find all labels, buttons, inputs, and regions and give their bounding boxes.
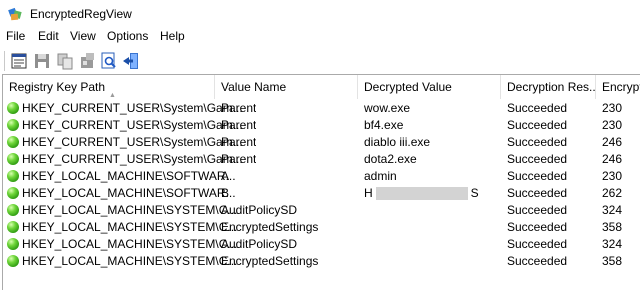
registry-key-path-cell: HKEY_LOCAL_MACHINE\SYSTEM\C... — [22, 254, 238, 268]
column-header-decryption-result[interactable]: Decryption Res... — [501, 75, 596, 99]
menu-bar: File Edit View Options Help — [0, 27, 640, 46]
table-row[interactable]: HKEY_LOCAL_MACHINE\SOFTWAR... B H S Succeede… — [3, 185, 640, 202]
value-name-cell: Parent — [221, 135, 257, 149]
registry-key-path-cell: HKEY_CURRENT_USER\System\Gam... — [22, 135, 243, 149]
status-ok-icon — [7, 136, 19, 148]
encrypted-size-cell: 230 — [602, 169, 623, 183]
registry-key-path-cell: HKEY_CURRENT_USER\System\Gam... — [22, 118, 243, 132]
value-name-cell: Parent — [221, 118, 257, 132]
menu-options[interactable]: Options — [107, 29, 148, 43]
decryption-result-cell: Succeeded — [507, 118, 568, 132]
registry-key-path-cell: HKEY_CURRENT_USER\System\Gam... — [22, 152, 243, 166]
encrypted-size-cell: 324 — [602, 237, 623, 251]
decrypted-value-cell: dota2.exe — [364, 152, 417, 166]
list-header: Registry Key Path ▲ Value Name Decrypted… — [3, 75, 640, 99]
registry-key-path-cell: HKEY_LOCAL_MACHINE\SYSTEM\C... — [22, 237, 238, 251]
decrypted-value-suffix: S — [470, 186, 479, 200]
value-name-cell: AuditPolicySD — [221, 237, 298, 251]
encrypted-size-cell: 230 — [602, 118, 623, 132]
title-bar: EncryptedRegView — [0, 0, 640, 27]
encrypted-size-cell: 230 — [602, 101, 623, 115]
column-header-encrypted-size[interactable]: Encrypt — [596, 75, 640, 99]
decryption-result-cell: Succeeded — [507, 101, 568, 115]
registry-key-path-cell: HKEY_CURRENT_USER\System\Gam... — [22, 101, 243, 115]
save-icon[interactable] — [32, 51, 52, 71]
html-report-icon[interactable] — [77, 51, 97, 71]
encrypted-size-cell: 246 — [602, 152, 623, 166]
toolbar — [0, 47, 640, 74]
registry-key-path-cell: HKEY_LOCAL_MACHINE\SYSTEM\C... — [22, 203, 238, 217]
decryption-result-cell: Succeeded — [507, 169, 568, 183]
value-name-cell: A — [221, 169, 230, 183]
decryption-result-cell: Succeeded — [507, 152, 568, 166]
encrypted-size-cell: 262 — [602, 186, 623, 200]
find-icon[interactable] — [99, 51, 119, 71]
decryption-result-cell: Succeeded — [507, 220, 568, 234]
value-name-cell: EncryptedSettings — [221, 220, 319, 234]
status-ok-icon — [7, 153, 19, 165]
menu-view[interactable]: View — [70, 29, 96, 43]
status-ok-icon — [7, 238, 19, 250]
decrypted-value-prefix: H — [364, 186, 373, 200]
status-ok-icon — [7, 102, 19, 114]
registry-key-path-cell: HKEY_LOCAL_MACHINE\SOFTWAR... — [22, 186, 236, 200]
status-ok-icon — [7, 187, 19, 199]
table-row[interactable]: HKEY_LOCAL_MACHINE\SYSTEM\C... EncryptedS… — [3, 219, 640, 236]
decryption-result-cell: Succeeded — [507, 254, 568, 268]
encrypted-size-cell: 246 — [602, 135, 623, 149]
table-row[interactable]: HKEY_CURRENT_USER\System\Gam... Parent dia… — [3, 134, 640, 151]
exit-icon[interactable] — [121, 51, 141, 71]
value-name-cell: Parent — [221, 101, 257, 115]
menu-file[interactable]: File — [6, 29, 25, 43]
app-icon — [8, 7, 22, 21]
table-row[interactable]: HKEY_CURRENT_USER\System\Gam... Parent bf4… — [3, 117, 640, 134]
registry-list[interactable]: Registry Key Path ▲ Value Name Decrypted… — [2, 74, 640, 290]
sort-arrow-icon: ▲ — [109, 92, 116, 99]
decryption-result-cell: Succeeded — [507, 203, 568, 217]
decrypted-value-cell: wow.exe — [364, 101, 411, 115]
column-header-registry-key-path[interactable]: Registry Key Path ▲ — [3, 75, 215, 99]
copy-icon[interactable] — [55, 51, 75, 71]
encrypted-size-cell: 358 — [602, 220, 623, 234]
status-ok-icon — [7, 170, 19, 182]
column-header-decrypted-value[interactable]: Decrypted Value — [358, 75, 501, 99]
decryption-result-cell: Succeeded — [507, 237, 568, 251]
redaction-block — [375, 187, 468, 201]
table-row[interactable]: HKEY_LOCAL_MACHINE\SOFTWAR... Aadmin Succe… — [3, 168, 640, 185]
window-title: EncryptedRegView — [30, 7, 132, 21]
table-row[interactable]: HKEY_LOCAL_MACHINE\SYSTEM\C... EncryptedS… — [3, 253, 640, 270]
table-row[interactable]: HKEY_CURRENT_USER\System\Gam... Parent dot… — [3, 151, 640, 168]
decryption-result-cell: Succeeded — [507, 186, 568, 200]
properties-icon[interactable] — [9, 51, 29, 71]
decrypted-value-cell: admin — [364, 169, 397, 183]
value-name-cell: AuditPolicySD — [221, 203, 298, 217]
menu-edit[interactable]: Edit — [38, 29, 59, 43]
value-name-cell: EncryptedSettings — [221, 254, 319, 268]
table-row[interactable]: HKEY_LOCAL_MACHINE\SYSTEM\C... AuditPolic… — [3, 202, 640, 219]
status-ok-icon — [7, 221, 19, 233]
decrypted-value-cell: diablo iii.exe — [364, 135, 431, 149]
table-row[interactable]: HKEY_LOCAL_MACHINE\SYSTEM\C... AuditPolic… — [3, 236, 640, 253]
status-ok-icon — [7, 204, 19, 216]
encrypted-size-cell: 324 — [602, 203, 623, 217]
decrypted-value-cell: HS — [364, 185, 479, 202]
decrypted-value-cell: bf4.exe — [364, 118, 404, 132]
toolbar-separator — [4, 51, 5, 71]
encrypted-size-cell: 358 — [602, 254, 623, 268]
registry-key-path-cell: HKEY_LOCAL_MACHINE\SOFTWAR... — [22, 169, 236, 183]
registry-key-path-cell: HKEY_LOCAL_MACHINE\SYSTEM\C... — [22, 220, 238, 234]
value-name-cell: Parent — [221, 152, 257, 166]
column-header-label: Registry Key Path — [9, 80, 106, 94]
value-name-cell: B — [221, 186, 230, 200]
menu-help[interactable]: Help — [160, 29, 185, 43]
decryption-result-cell: Succeeded — [507, 135, 568, 149]
table-row[interactable]: HKEY_CURRENT_USER\System\Gam... Parent wow… — [3, 100, 640, 117]
column-header-value-name[interactable]: Value Name — [215, 75, 358, 99]
status-ok-icon — [7, 255, 19, 267]
status-ok-icon — [7, 119, 19, 131]
